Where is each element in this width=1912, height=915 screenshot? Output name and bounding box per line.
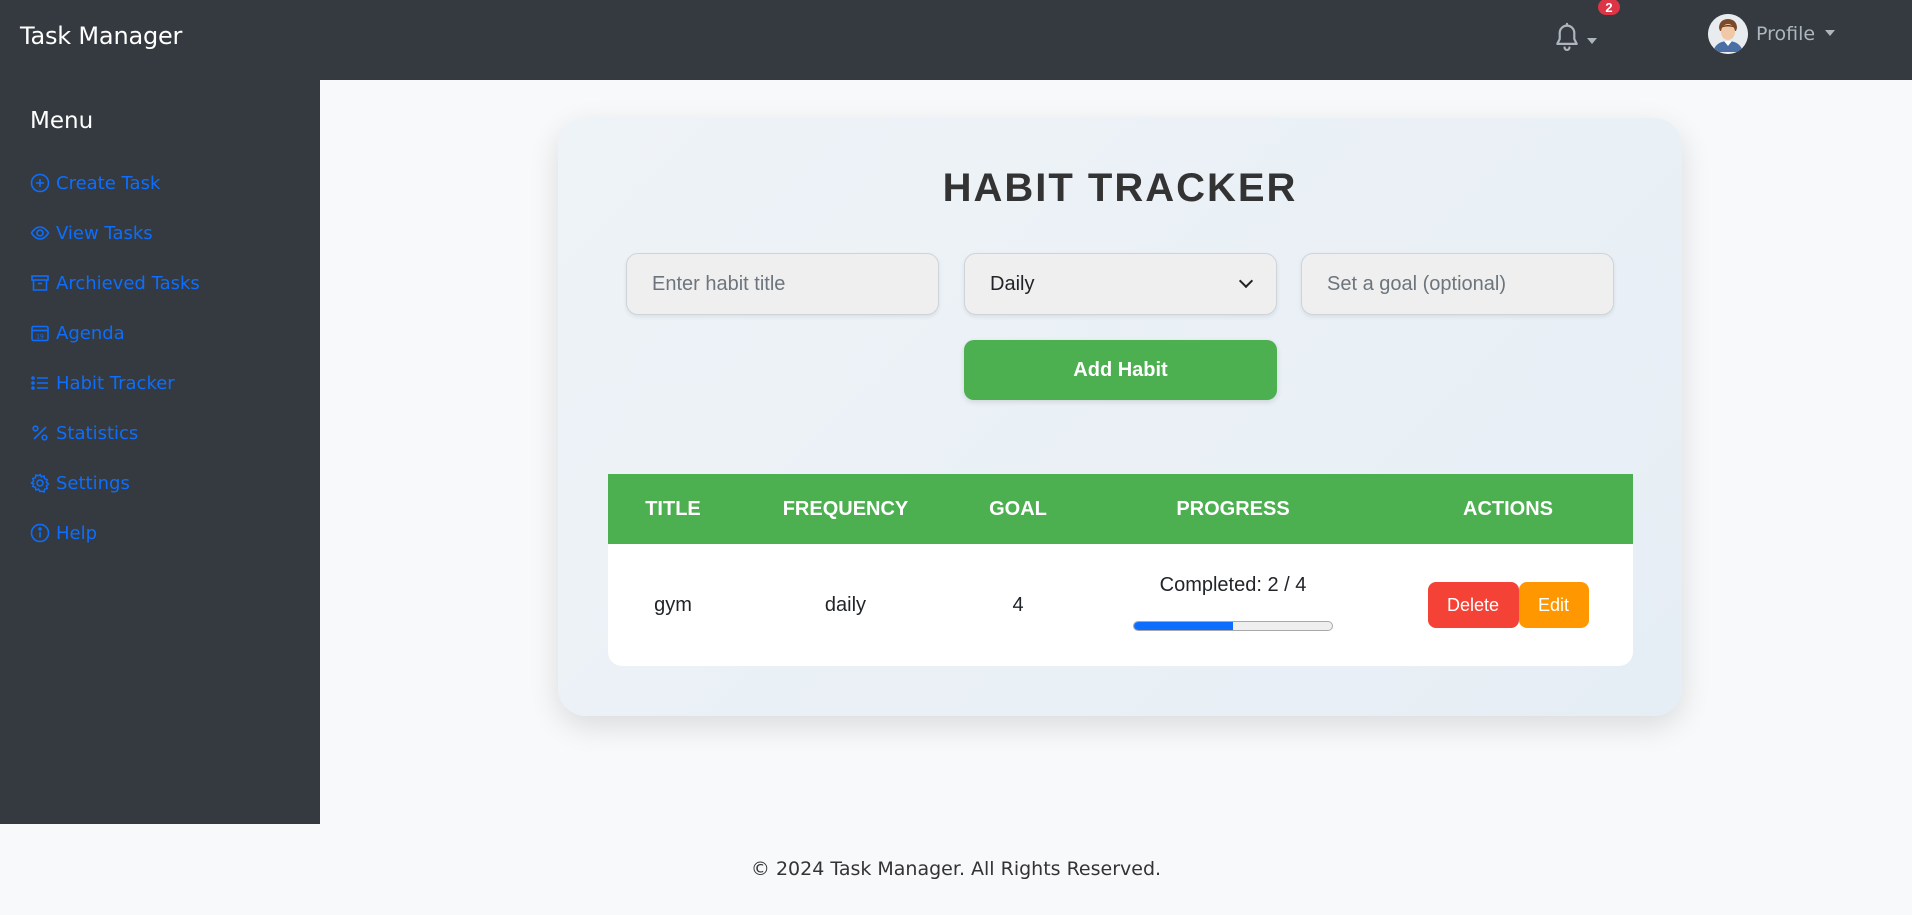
plus-circle-icon [30,173,50,193]
sidebar-item-label: Create Task [56,172,161,194]
frequency-selected-value: Daily [990,272,1035,295]
info-circle-icon [30,523,50,543]
sidebar-item-label: Help [56,522,98,544]
sidebar-item-label: Agenda [56,322,125,344]
habit-tracker-card: HABIT TRACKER Daily Add Habit TITLE FREQ… [558,118,1682,716]
sidebar-item-label: View Tasks [56,222,153,244]
sidebar-item-agenda[interactable]: 19 Agenda [30,308,320,358]
calendar-icon: 19 [31,325,49,342]
sidebar-item-view-tasks[interactable]: View Tasks [30,208,320,258]
edit-habit-button[interactable]: Edit [1518,582,1589,628]
sidebar-item-habit-tracker[interactable]: Habit Tracker [30,358,320,408]
habit-goal-cell: 4 [1012,593,1024,616]
column-header-actions: ACTIONS [1463,497,1553,520]
brand-link[interactable]: Task Manager [20,22,182,50]
column-header-goal: GOAL [989,497,1047,520]
habit-title-cell: gym [654,593,692,616]
habit-frequency-cell: daily [824,593,867,616]
notification-count-badge: 2 [1595,0,1623,18]
goal-input[interactable] [1301,253,1614,315]
page-title: HABIT TRACKER [942,166,1298,210]
add-habit-button[interactable]: Add Habit [964,340,1277,400]
footer: © 2024 Task Manager. All Rights Reserved… [0,824,1912,915]
sidebar-item-label: Archieved Tasks [56,272,200,294]
notifications-dropdown[interactable] [1550,16,1606,60]
sidebar-item-archived-tasks[interactable]: Archieved Tasks [30,258,320,308]
archive-icon [31,275,49,291]
delete-habit-button[interactable]: Delete [1427,582,1519,628]
sidebar-item-statistics[interactable]: Statistics [30,408,320,458]
main-content: HABIT TRACKER Daily Add Habit TITLE FREQ… [320,80,1912,824]
column-header-title: TITLE [645,497,701,520]
svg-text:19: 19 [36,334,44,341]
progress-bar-fill [1134,621,1233,630]
avatar [1708,14,1748,54]
chevron-down-icon [1825,30,1836,36]
list-icon [31,376,48,390]
habit-progress-cell: Completed: 2 / 4 [1083,574,1383,637]
eye-icon [30,226,50,240]
sidebar-item-label: Settings [56,472,130,494]
sidebar-item-label: Statistics [56,422,139,444]
sidebar: Menu Create Task View Tasks Archieved Ta… [0,80,320,824]
profile-dropdown[interactable]: Profile [1708,14,1836,54]
frequency-select[interactable]: Daily [964,253,1277,315]
gear-icon [30,473,50,493]
sidebar-item-create-task[interactable]: Create Task [30,158,320,208]
progress-bar [1133,620,1333,631]
habits-table: TITLE FREQUENCY GOAL PROGRESS ACTIONS gy… [608,474,1633,666]
footer-copyright: © 2024 Task Manager. All Rights Reserved… [750,858,1162,880]
table-row: gym daily 4 Completed: 2 / 4 Delete Edit [608,544,1633,666]
sidebar-item-settings[interactable]: Settings [30,458,320,508]
percent-icon [32,425,48,441]
column-header-progress: PROGRESS [1176,497,1290,520]
chevron-down-icon [1238,273,1254,289]
progress-text: Completed: 2 / 4 [1159,573,1307,596]
profile-label: Profile [1756,23,1816,45]
sidebar-item-label: Habit Tracker [56,372,175,394]
sidebar-title: Menu [30,108,94,134]
habit-actions-cell: Delete Edit [1383,582,1633,628]
chevron-down-icon [1587,38,1597,44]
table-header: TITLE FREQUENCY GOAL PROGRESS ACTIONS [608,474,1633,544]
bell-icon [1556,22,1578,51]
sidebar-item-help[interactable]: Help [30,508,320,558]
column-header-frequency: FREQUENCY [782,497,909,520]
habit-title-input[interactable] [626,253,939,315]
top-navbar: Task Manager 2 Profile [0,0,1912,80]
